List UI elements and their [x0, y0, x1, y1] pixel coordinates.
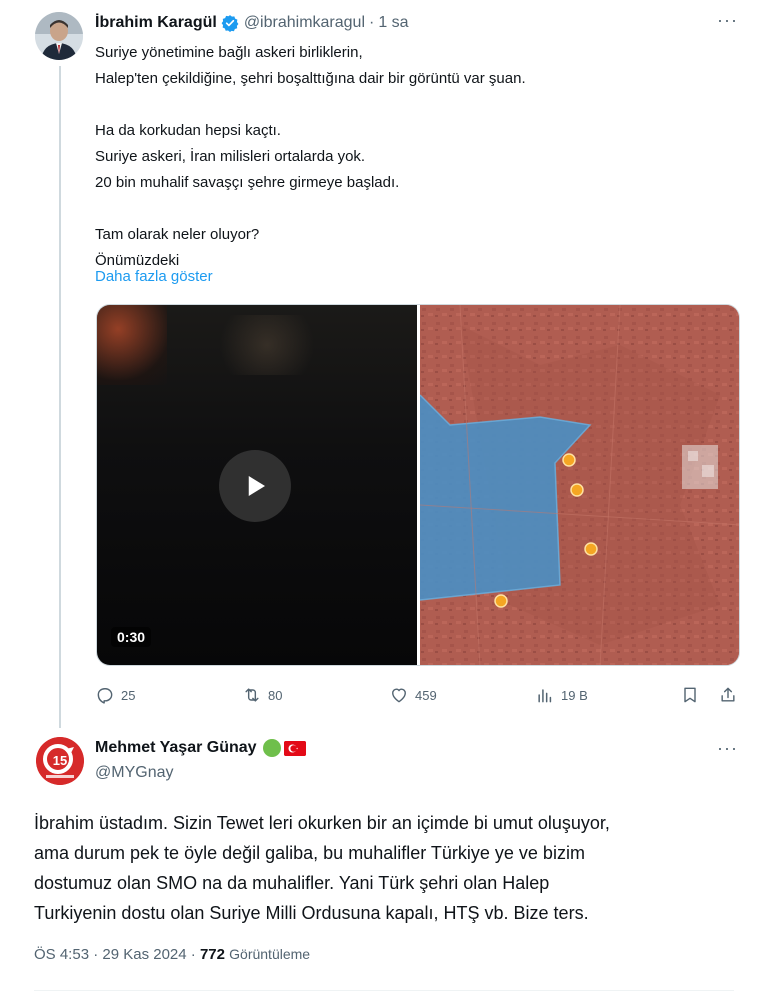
map-marker [584, 542, 598, 556]
tweet-text-line: 20 bin muhalif savaşçı şehre girmeye baş… [95, 174, 400, 191]
video-duration: 0:30 [111, 627, 152, 647]
reply-text-line: ama durum pek te öyle değil galiba, bu m… [34, 843, 585, 863]
views-button[interactable]: 19 B [535, 680, 588, 710]
reply-text-line: İbrahim üstadım. Sizin Tewet leri okurke… [34, 813, 610, 833]
reply-author-avatar[interactable]: 15 [36, 737, 84, 785]
verified-badge-icon [221, 14, 239, 32]
reply-view-count: 772 [199, 946, 225, 963]
share-icon [721, 687, 735, 702]
tweet-text-line [95, 92, 735, 118]
like-button[interactable]: 459 [389, 680, 437, 710]
repost-icon [245, 688, 259, 702]
author-avatar[interactable] [35, 12, 83, 60]
heart-icon [392, 688, 406, 703]
reply-text-line: dostumuz olan SMO na da muhalifler. Yani… [34, 873, 550, 893]
divider [34, 990, 734, 991]
reply-author-name-row: Mehmet Yaşar Günay [95, 737, 306, 759]
thread-connector-line [59, 66, 61, 728]
author-name[interactable]: İbrahim Karagül [95, 14, 217, 32]
reply-text-line: Turkiyenin dostu olan Suriye Milli Ordus… [34, 903, 589, 923]
reply-text: İbrahim üstadım. Sizin Tewet leri okurke… [34, 808, 734, 928]
green-circle-emoji-icon [262, 739, 281, 757]
reply-view-label: Görüntüleme [229, 946, 311, 962]
video-player[interactable]: 0:30 [96, 304, 740, 666]
author-handle[interactable]: @ibrahimkaragul [244, 14, 365, 32]
tweet-text-line: Suriye yönetimine bağlı askeri birlikler… [95, 44, 363, 61]
tweet-text-line: Ha da korkudan hepsi kaçtı. [95, 122, 281, 139]
tweet-text-line: Halep'ten çekildiğine, şehri boşalttığın… [95, 70, 526, 87]
like-count: 459 [415, 687, 437, 703]
header-separator: · [369, 14, 375, 31]
view-count: 19 B [561, 687, 588, 703]
play-icon [248, 476, 265, 496]
reply-meta: ÖS 4:53 · 29 Kas 2024 · 772 Görüntüleme [34, 946, 310, 963]
satellite-map [420, 305, 739, 665]
logo-avatar-icon: 15 [36, 737, 84, 785]
avatar-portrait [35, 12, 83, 60]
map-marker [570, 483, 584, 497]
repost-count: 80 [268, 687, 283, 703]
tweet-text-line: Tam olarak neler oluyor? [95, 226, 260, 243]
map-marker [494, 594, 508, 608]
play-button[interactable] [219, 450, 291, 522]
map-marker [562, 453, 576, 467]
video-frame-dark: 0:30 [97, 305, 417, 665]
bookmark-icon [684, 687, 696, 703]
tweet-time[interactable]: 1 sa [378, 14, 408, 32]
map-frame [420, 305, 739, 665]
reply-author-name[interactable]: Mehmet Yaşar Günay [95, 739, 257, 757]
tweet-text: Suriye yönetimine bağlı askeri birlikler… [95, 40, 735, 274]
reply-timestamp[interactable]: ÖS 4:53 · 29 Kas 2024 · [34, 946, 196, 963]
reply-icon [97, 688, 113, 704]
repost-button[interactable]: 80 [242, 680, 282, 710]
reply-author-handle[interactable]: @MYGnay [95, 764, 173, 782]
svg-text:15: 15 [53, 753, 67, 768]
analytics-bars-icon [538, 689, 552, 703]
bookmark-button[interactable] [680, 680, 706, 710]
share-button[interactable] [718, 680, 744, 710]
show-more-link[interactable]: Daha fazla göster [95, 264, 213, 290]
tweet-text-line: Suriye askeri, İran milisleri ortalarda … [95, 148, 366, 165]
tweet-text-line [95, 196, 735, 222]
turkey-flag-icon [283, 740, 306, 756]
reply-count: 25 [121, 687, 136, 703]
reply-more-options-icon[interactable]: ··· [717, 738, 738, 759]
tweet-actions-bar: 25 80 459 19 B [0, 680, 760, 710]
reply-button[interactable]: 25 [95, 680, 135, 710]
more-options-icon[interactable]: ··· [717, 10, 738, 31]
tweet-header: İbrahim Karagül @ibrahimkaragul · 1 sa [95, 12, 409, 34]
